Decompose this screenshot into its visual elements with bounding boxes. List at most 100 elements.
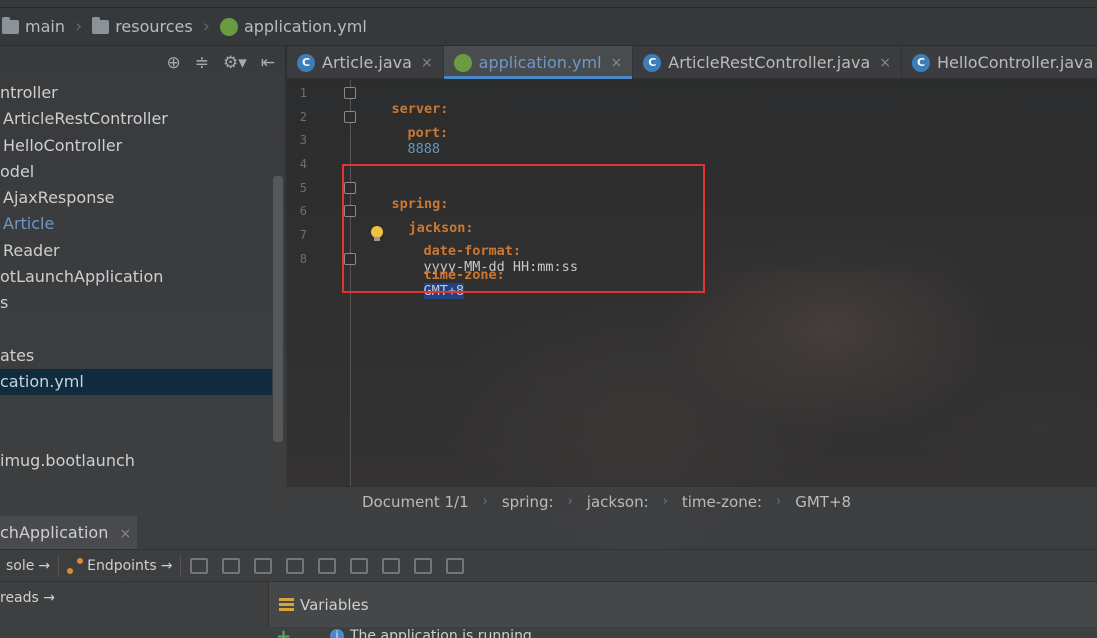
line-number: 1 xyxy=(299,86,307,100)
tab-label: HelloController.java xyxy=(937,53,1094,72)
chevron-right-icon: › xyxy=(567,494,573,509)
tree-item[interactable]: HelloController xyxy=(3,133,122,159)
title-strip xyxy=(0,0,1097,8)
line-number: 6 xyxy=(299,204,307,218)
gear-icon[interactable]: ⚙▾ xyxy=(223,53,247,73)
hide-panel-icon[interactable]: ⇤ xyxy=(261,53,275,73)
line-gutter: 1 2 3 4 5 6 7 8 xyxy=(287,80,350,486)
variables-header: Variables xyxy=(268,582,1097,627)
breadcrumb-label: main xyxy=(25,17,65,36)
editor-breadcrumb: Document 1/1 › spring: › jackson: › time… xyxy=(287,486,1097,516)
java-class-icon: C xyxy=(643,53,662,72)
editor-crumb[interactable]: Document 1/1 xyxy=(362,493,469,511)
tab-article-rest-controller[interactable]: C ArticleRestController.java × xyxy=(633,46,903,79)
tab-label: ArticleRestController.java xyxy=(668,53,871,72)
tree-item[interactable]: ntroller xyxy=(0,80,58,106)
threads-tab[interactable]: reads → xyxy=(0,590,55,606)
spring-yml-icon xyxy=(453,53,472,72)
fold-icon[interactable] xyxy=(344,111,356,123)
chevron-right-icon: › xyxy=(202,16,210,37)
close-icon[interactable]: × xyxy=(119,526,131,542)
java-class-icon: C xyxy=(912,53,931,72)
tab-label: Article.java xyxy=(322,53,412,72)
yaml-value: 8888 xyxy=(407,141,441,157)
tree-item-selected[interactable]: cation.yml xyxy=(0,369,272,395)
code-editor[interactable]: 1 2 3 4 5 6 7 8 server: port: 8888 sprin… xyxy=(287,80,1097,486)
tab-label: application.yml xyxy=(478,53,602,72)
step-into-icon[interactable] xyxy=(254,557,273,574)
breadcrumb-application-yml[interactable]: application.yml xyxy=(218,17,367,36)
tab-application-yml[interactable]: application.yml × xyxy=(443,46,634,79)
tab-hello-controller[interactable]: C HelloController.java × xyxy=(902,46,1097,79)
endpoints-icon xyxy=(67,557,84,574)
run-config-label: chApplication xyxy=(0,523,109,542)
endpoints-label: Endpoints xyxy=(87,557,157,574)
variables-icon xyxy=(279,597,294,612)
tree-item[interactable]: ArticleRestController xyxy=(3,106,168,132)
tab-endpoints[interactable]: Endpoints → xyxy=(61,550,178,582)
line-number: 3 xyxy=(299,133,307,147)
editor-crumb[interactable]: jackson: xyxy=(587,493,649,511)
line-number: 7 xyxy=(299,228,307,242)
run-to-cursor-icon[interactable] xyxy=(382,557,401,574)
tree-item[interactable]: s xyxy=(0,290,8,316)
project-toolbar: ⊕ ≑ ⚙▾ ⇤ xyxy=(0,46,285,80)
project-scrollbar[interactable] xyxy=(273,176,283,442)
evaluate-expression-icon[interactable] xyxy=(414,557,433,574)
drop-frame-icon[interactable] xyxy=(350,557,369,574)
chevron-right-icon: › xyxy=(776,494,782,509)
tree-item[interactable]: imug.bootlaunch xyxy=(0,448,135,474)
run-toolbar: sole → Endpoints → xyxy=(0,549,1097,581)
chevron-right-icon: › xyxy=(662,494,668,509)
folder-icon xyxy=(2,16,19,34)
add-icon[interactable]: + xyxy=(276,626,291,638)
show-execution-point-icon[interactable] xyxy=(190,557,209,574)
breadcrumb-main[interactable]: main › xyxy=(0,16,90,37)
tree-item[interactable]: ates xyxy=(0,343,34,369)
close-icon[interactable]: × xyxy=(421,55,433,71)
collapse-all-icon[interactable]: ≑ xyxy=(195,53,209,73)
run-config-tab[interactable]: chApplication × xyxy=(0,516,138,549)
info-icon: i xyxy=(330,629,344,638)
tree-item[interactable]: Reader xyxy=(3,238,60,264)
chevron-right-icon: › xyxy=(74,16,83,37)
status-message: i The application is running xyxy=(330,628,532,638)
divider xyxy=(58,554,60,577)
step-over-icon[interactable] xyxy=(222,557,241,574)
editor-crumb[interactable]: spring: xyxy=(502,493,554,511)
variables-label: Variables xyxy=(300,595,369,614)
tree-item[interactable]: otLaunchApplication xyxy=(0,264,163,290)
debug-panels: reads → Variables + i The application is… xyxy=(0,581,1097,638)
pin-icon: → xyxy=(160,557,173,574)
locate-icon[interactable]: ⊕ xyxy=(166,53,180,73)
pin-icon: → xyxy=(38,557,51,574)
line-number: 5 xyxy=(299,181,307,195)
tree-item[interactable]: AjaxResponse xyxy=(3,185,115,211)
yaml-key: port: xyxy=(407,125,449,141)
spring-yml-icon xyxy=(219,17,238,36)
console-label: sole xyxy=(6,557,35,574)
breadcrumb-label: resources xyxy=(115,17,193,36)
line-number: 2 xyxy=(299,110,307,124)
tab-console[interactable]: sole → xyxy=(0,550,56,582)
step-out-icon[interactable] xyxy=(318,557,337,574)
tree-item[interactable]: Article xyxy=(3,211,54,237)
tree-item[interactable]: odel xyxy=(0,159,34,185)
editor-crumb[interactable]: time-zone: xyxy=(682,493,762,511)
chevron-right-icon: › xyxy=(482,494,488,509)
breadcrumb-resources[interactable]: resources › xyxy=(90,16,218,37)
tab-article-java[interactable]: C Article.java × xyxy=(287,46,444,79)
fold-icon[interactable] xyxy=(344,87,356,99)
breadcrumb-label: application.yml xyxy=(243,17,367,36)
run-tab-bar: chApplication × xyxy=(0,516,1097,549)
java-class-icon: C xyxy=(297,53,315,72)
close-icon[interactable]: × xyxy=(879,55,891,71)
close-icon[interactable]: × xyxy=(611,55,623,71)
project-panel: ⊕ ≑ ⚙▾ ⇤ ntroller ArticleRestController … xyxy=(0,46,285,516)
status-text: The application is running xyxy=(350,628,532,638)
trace-icon[interactable] xyxy=(446,557,465,574)
editor-crumb[interactable]: GMT+8 xyxy=(795,493,851,511)
annotation-box xyxy=(342,164,705,293)
folder-icon xyxy=(92,16,110,34)
force-step-into-icon[interactable] xyxy=(286,557,305,574)
